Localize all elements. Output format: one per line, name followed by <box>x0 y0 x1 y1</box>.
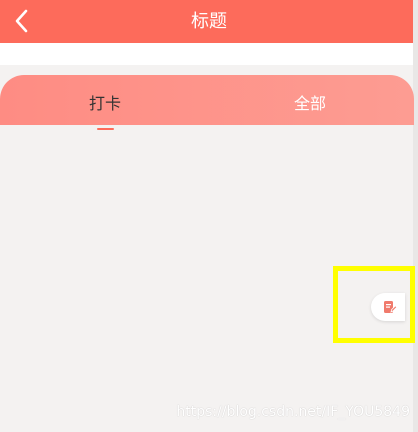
scrollbar-track <box>413 0 418 432</box>
spacer-strip <box>0 43 413 65</box>
active-tab-indicator <box>97 128 114 130</box>
chevron-left-icon[interactable] <box>8 6 38 36</box>
tab-all[interactable]: 全部 <box>265 75 355 125</box>
edit-note-icon <box>384 301 397 313</box>
tab-checkin[interactable]: 打卡 <box>60 75 150 125</box>
edit-float-button[interactable] <box>371 293 405 321</box>
page-title: 标题 <box>191 11 227 32</box>
watermark-text: https://blog.csdn.net/IF_YOU5849 <box>176 404 410 420</box>
header-bar: 标题 <box>0 0 418 43</box>
tab-bar: 打卡 全部 <box>0 75 414 125</box>
